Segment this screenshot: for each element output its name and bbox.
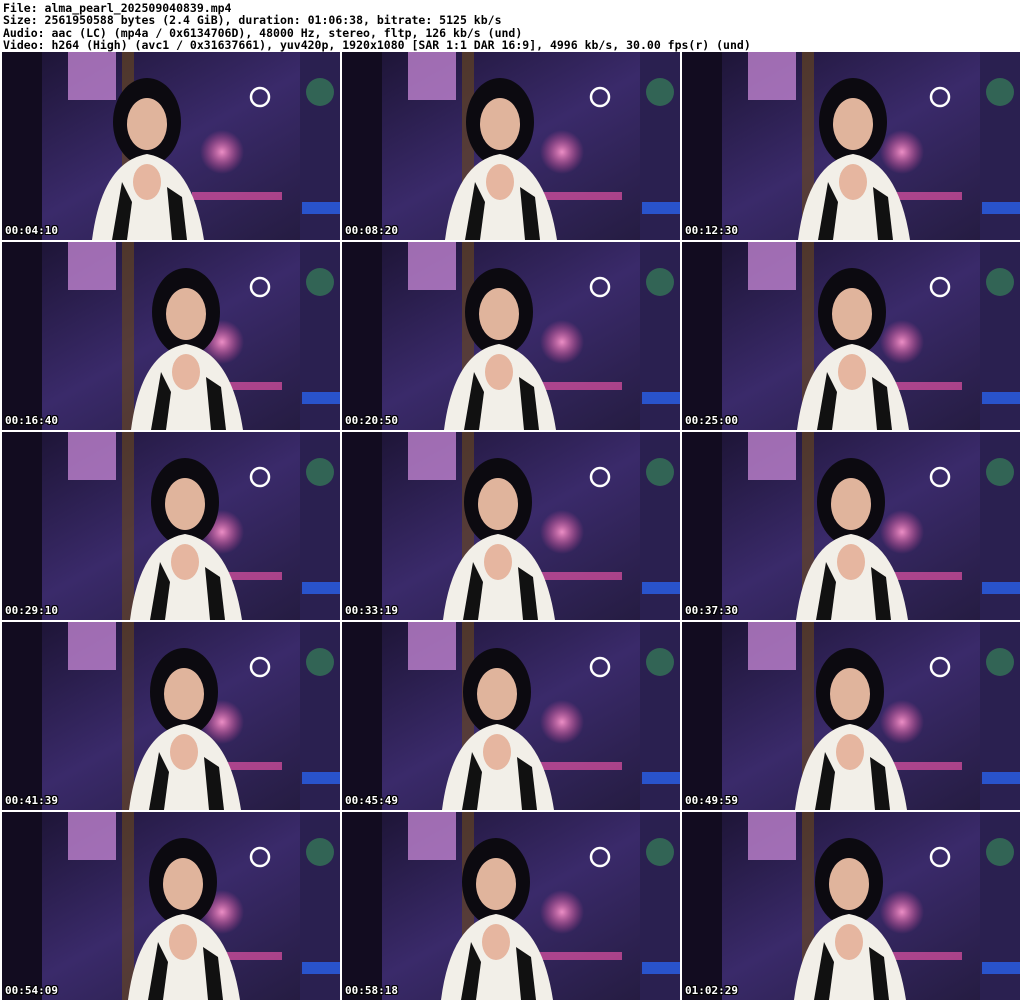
thumbnail-timestamp: 00:58:18 — [345, 984, 398, 997]
thumbnail-timestamp: 00:41:39 — [5, 794, 58, 807]
file-size-line: Size: 2561950588 bytes (2.4 GiB), durati… — [3, 13, 502, 28]
video-thumbnail: 00:58:18 — [342, 812, 680, 1000]
thumbnail-scene — [682, 432, 1020, 620]
thumbnail-scene — [682, 622, 1020, 810]
thumbnail-scene — [342, 52, 680, 240]
thumbnail-scene — [2, 242, 340, 430]
thumbnail-timestamp: 00:37:30 — [685, 604, 738, 617]
video-thumbnail: 00:33:19 — [342, 432, 680, 620]
thumbnail-timestamp: 00:29:10 — [5, 604, 58, 617]
thumbnail-timestamp: 00:12:30 — [685, 224, 738, 237]
thumbnail-scene — [682, 52, 1020, 240]
thumbnail-timestamp: 00:04:10 — [5, 224, 58, 237]
thumbnail-timestamp: 01:02:29 — [685, 984, 738, 997]
video-thumbnail: 00:25:00 — [682, 242, 1020, 430]
video-info-line: Video: h264 (High) (avc1 / 0x31637661), … — [3, 37, 751, 52]
thumbnail-timestamp: 00:16:40 — [5, 414, 58, 427]
thumbnail-scene — [342, 242, 680, 430]
thumbnail-scene — [342, 812, 680, 1000]
video-thumbnail: 00:04:10 — [2, 52, 340, 240]
thumbnail-scene — [2, 622, 340, 810]
thumbnail-scene — [682, 242, 1020, 430]
thumbnail-scene — [2, 432, 340, 620]
video-thumbnail: 00:08:20 — [342, 52, 680, 240]
thumbnail-timestamp: 00:54:09 — [5, 984, 58, 997]
thumbnail-scene — [2, 812, 340, 1000]
video-thumbnail: 00:41:39 — [2, 622, 340, 810]
thumbnail-timestamp: 00:20:50 — [345, 414, 398, 427]
thumbnail-timestamp: 00:49:59 — [685, 794, 738, 807]
video-thumbnail: 00:45:49 — [342, 622, 680, 810]
video-thumbnail: 00:49:59 — [682, 622, 1020, 810]
thumbnail-timestamp: 00:45:49 — [345, 794, 398, 807]
video-thumbnail: 00:37:30 — [682, 432, 1020, 620]
thumbnail-scene — [342, 622, 680, 810]
thumbnail-scene — [342, 432, 680, 620]
thumbnail-grid: 00:04:10 00:08:20 00:12:30 00:16:40 00:2… — [0, 52, 1024, 1003]
video-thumbnail: 00:54:09 — [2, 812, 340, 1000]
video-thumbnail: 00:16:40 — [2, 242, 340, 430]
video-thumbnail: 00:20:50 — [342, 242, 680, 430]
thumbnail-scene — [682, 812, 1020, 1000]
video-thumbnail: 00:29:10 — [2, 432, 340, 620]
video-thumbnail: 01:02:29 — [682, 812, 1020, 1000]
video-thumbnail: 00:12:30 — [682, 52, 1020, 240]
thumbnail-timestamp: 00:33:19 — [345, 604, 398, 617]
thumbnail-timestamp: 00:25:00 — [685, 414, 738, 427]
file-info-header: File: alma_pearl_202509040839.mp4 Size: … — [3, 2, 1021, 52]
thumbnail-scene — [2, 52, 340, 240]
thumbnail-timestamp: 00:08:20 — [345, 224, 398, 237]
